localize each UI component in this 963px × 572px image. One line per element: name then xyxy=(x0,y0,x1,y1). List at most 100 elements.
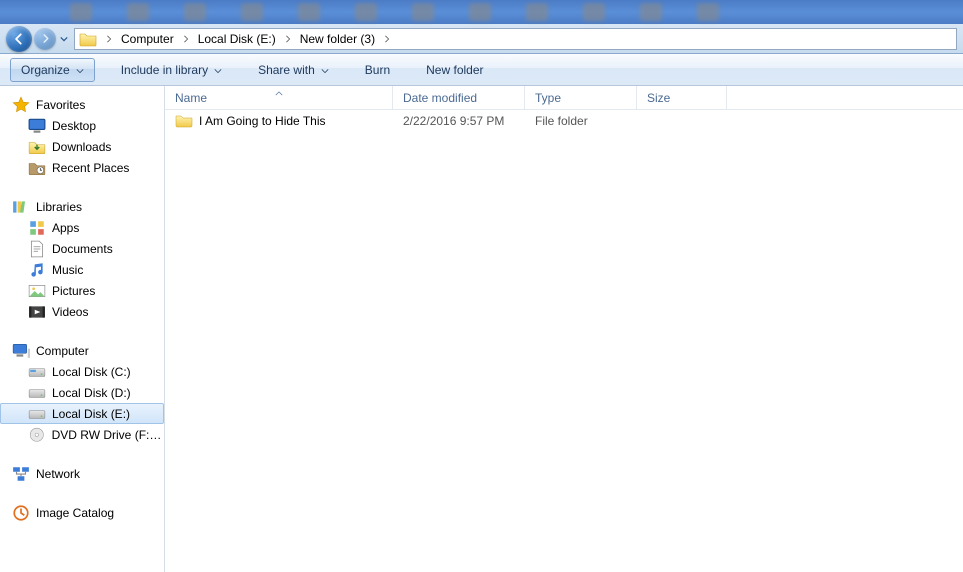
chevron-right-icon[interactable] xyxy=(103,35,115,43)
column-label: Date modified xyxy=(403,91,477,105)
computer-group: Computer Local Disk (C:) Local Disk (D:)… xyxy=(0,340,164,445)
drive-icon xyxy=(28,364,46,380)
navigation-pane: Favorites Desktop Downloads Recent Place… xyxy=(0,86,165,572)
sidebar-item-recent-places[interactable]: Recent Places xyxy=(0,157,164,178)
sidebar-item-label: Desktop xyxy=(52,119,96,133)
file-list-pane: Name Date modified Type Size I Am Going … xyxy=(165,86,963,572)
column-headers: Name Date modified Type Size xyxy=(165,86,963,110)
column-header-type[interactable]: Type xyxy=(525,86,637,109)
sidebar-item-libraries[interactable]: Libraries xyxy=(0,196,164,217)
apps-icon xyxy=(28,220,46,236)
sidebar-item-label: Videos xyxy=(52,305,88,319)
videos-icon xyxy=(28,304,46,320)
sidebar-item-apps[interactable]: Apps xyxy=(0,217,164,238)
file-list: I Am Going to Hide This 2/22/2016 9:57 P… xyxy=(165,110,963,572)
toolbar: Organize Include in library Share with B… xyxy=(0,54,963,86)
sidebar-item-local-disk-e[interactable]: Local Disk (E:) xyxy=(0,403,164,424)
breadcrumb-label: New folder (3) xyxy=(300,32,375,46)
sidebar-item-pictures[interactable]: Pictures xyxy=(0,280,164,301)
window-titlebar-blur xyxy=(0,0,963,24)
sidebar-item-label: Downloads xyxy=(52,140,111,154)
breadcrumb-folder[interactable]: New folder (3) xyxy=(294,29,381,49)
sidebar-item-favorites[interactable]: Favorites xyxy=(0,94,164,115)
history-dropdown[interactable] xyxy=(58,28,70,50)
sidebar-item-local-disk-c[interactable]: Local Disk (C:) xyxy=(0,361,164,382)
breadcrumb-label: Computer xyxy=(121,32,174,46)
column-header-size[interactable]: Size xyxy=(637,86,727,109)
sidebar-item-local-disk-d[interactable]: Local Disk (D:) xyxy=(0,382,164,403)
recent-places-icon xyxy=(28,160,46,176)
column-label: Name xyxy=(175,91,207,105)
include-in-library-button[interactable]: Include in library xyxy=(111,58,232,82)
sidebar-item-computer[interactable]: Computer xyxy=(0,340,164,361)
sidebar-item-dvd-drive[interactable]: DVD RW Drive (F:) M xyxy=(0,424,164,445)
sidebar-item-label: Local Disk (D:) xyxy=(52,386,131,400)
drive-icon xyxy=(28,385,46,401)
sidebar-item-label: Pictures xyxy=(52,284,95,298)
favorites-group: Favorites Desktop Downloads Recent Place… xyxy=(0,94,164,178)
network-group: Network xyxy=(0,463,164,484)
chevron-right-icon[interactable] xyxy=(381,35,393,43)
column-label: Type xyxy=(535,91,561,105)
sidebar-item-label: Apps xyxy=(52,221,79,235)
item-name: I Am Going to Hide This xyxy=(199,114,326,128)
breadcrumb-computer[interactable]: Computer xyxy=(115,29,180,49)
computer-icon xyxy=(12,343,30,359)
column-header-name[interactable]: Name xyxy=(165,86,393,109)
column-header-date[interactable]: Date modified xyxy=(393,86,525,109)
organize-button[interactable]: Organize xyxy=(10,58,95,82)
sidebar-item-label: Libraries xyxy=(36,200,82,214)
sidebar-item-documents[interactable]: Documents xyxy=(0,238,164,259)
star-icon xyxy=(12,97,30,113)
breadcrumb-label: Local Disk (E:) xyxy=(198,32,276,46)
libraries-group: Libraries Apps Documents Music Pictures … xyxy=(0,196,164,322)
drive-icon xyxy=(28,406,46,422)
share-with-button[interactable]: Share with xyxy=(248,58,339,82)
sidebar-item-label: Computer xyxy=(36,344,89,358)
network-icon xyxy=(12,466,30,482)
desktop-icon xyxy=(28,118,46,134)
sidebar-item-downloads[interactable]: Downloads xyxy=(0,136,164,157)
sidebar-item-label: Local Disk (E:) xyxy=(52,407,130,421)
sidebar-item-image-catalog[interactable]: Image Catalog xyxy=(0,502,164,523)
imagecatalog-group: Image Catalog xyxy=(0,502,164,523)
burn-button[interactable]: Burn xyxy=(355,58,400,82)
libraries-icon xyxy=(12,199,30,215)
sidebar-item-label: Local Disk (C:) xyxy=(52,365,131,379)
pictures-icon xyxy=(28,283,46,299)
dvd-icon xyxy=(28,427,46,443)
sidebar-item-label: Recent Places xyxy=(52,161,129,175)
caret-down-icon xyxy=(76,63,84,77)
column-label: Size xyxy=(647,91,670,105)
chevron-right-icon[interactable] xyxy=(282,35,294,43)
forward-button[interactable] xyxy=(34,28,56,50)
folder-icon xyxy=(79,31,97,47)
chevron-right-icon[interactable] xyxy=(180,35,192,43)
sidebar-item-desktop[interactable]: Desktop xyxy=(0,115,164,136)
item-type: File folder xyxy=(535,114,588,128)
button-label: Share with xyxy=(258,63,315,77)
music-icon xyxy=(28,262,46,278)
navigation-bar: Computer Local Disk (E:) New folder (3) xyxy=(0,24,963,54)
downloads-icon xyxy=(28,139,46,155)
image-catalog-icon xyxy=(12,505,30,521)
folder-icon xyxy=(175,113,193,129)
sidebar-item-label: DVD RW Drive (F:) M xyxy=(52,428,164,442)
button-label: Organize xyxy=(21,63,70,77)
button-label: Include in library xyxy=(121,63,208,77)
sort-ascending-icon xyxy=(275,85,283,99)
list-item[interactable]: I Am Going to Hide This 2/22/2016 9:57 P… xyxy=(165,110,963,132)
back-button[interactable] xyxy=(6,26,32,52)
sidebar-item-label: Music xyxy=(52,263,83,277)
sidebar-item-label: Documents xyxy=(52,242,113,256)
caret-down-icon xyxy=(321,63,329,77)
caret-down-icon xyxy=(214,63,222,77)
breadcrumb-drive[interactable]: Local Disk (E:) xyxy=(192,29,282,49)
sidebar-item-videos[interactable]: Videos xyxy=(0,301,164,322)
sidebar-item-music[interactable]: Music xyxy=(0,259,164,280)
sidebar-item-network[interactable]: Network xyxy=(0,463,164,484)
sidebar-item-label: Image Catalog xyxy=(36,506,114,520)
documents-icon xyxy=(28,241,46,257)
new-folder-button[interactable]: New folder xyxy=(416,58,493,82)
address-bar[interactable]: Computer Local Disk (E:) New folder (3) xyxy=(74,28,957,50)
